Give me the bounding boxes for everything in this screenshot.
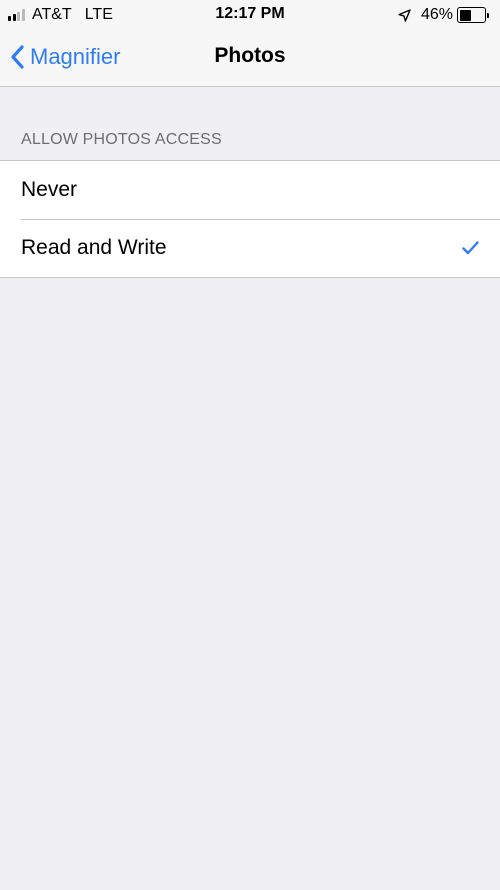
battery-percent: 46% (420, 6, 453, 23)
battery-tip (487, 12, 489, 18)
option-never[interactable]: Never (0, 161, 500, 219)
option-label: Never (21, 178, 78, 201)
status-right: 46% (398, 5, 489, 25)
battery-fill (459, 9, 471, 21)
checkmark-icon (462, 241, 479, 255)
location-arrow-icon (398, 8, 411, 22)
options-group: Never Read and Write (0, 160, 500, 278)
page-title: Photos (214, 44, 286, 67)
option-label: Read and Write (21, 236, 167, 259)
section-header: ALLOW PHOTOS ACCESS (21, 131, 222, 148)
option-read-and-write[interactable]: Read and Write (0, 219, 500, 277)
navigation-bar: Magnifier Photos (0, 30, 500, 87)
status-bar: AT&T LTE 12:17 PM 46% (0, 0, 500, 30)
battery-icon (457, 7, 486, 23)
